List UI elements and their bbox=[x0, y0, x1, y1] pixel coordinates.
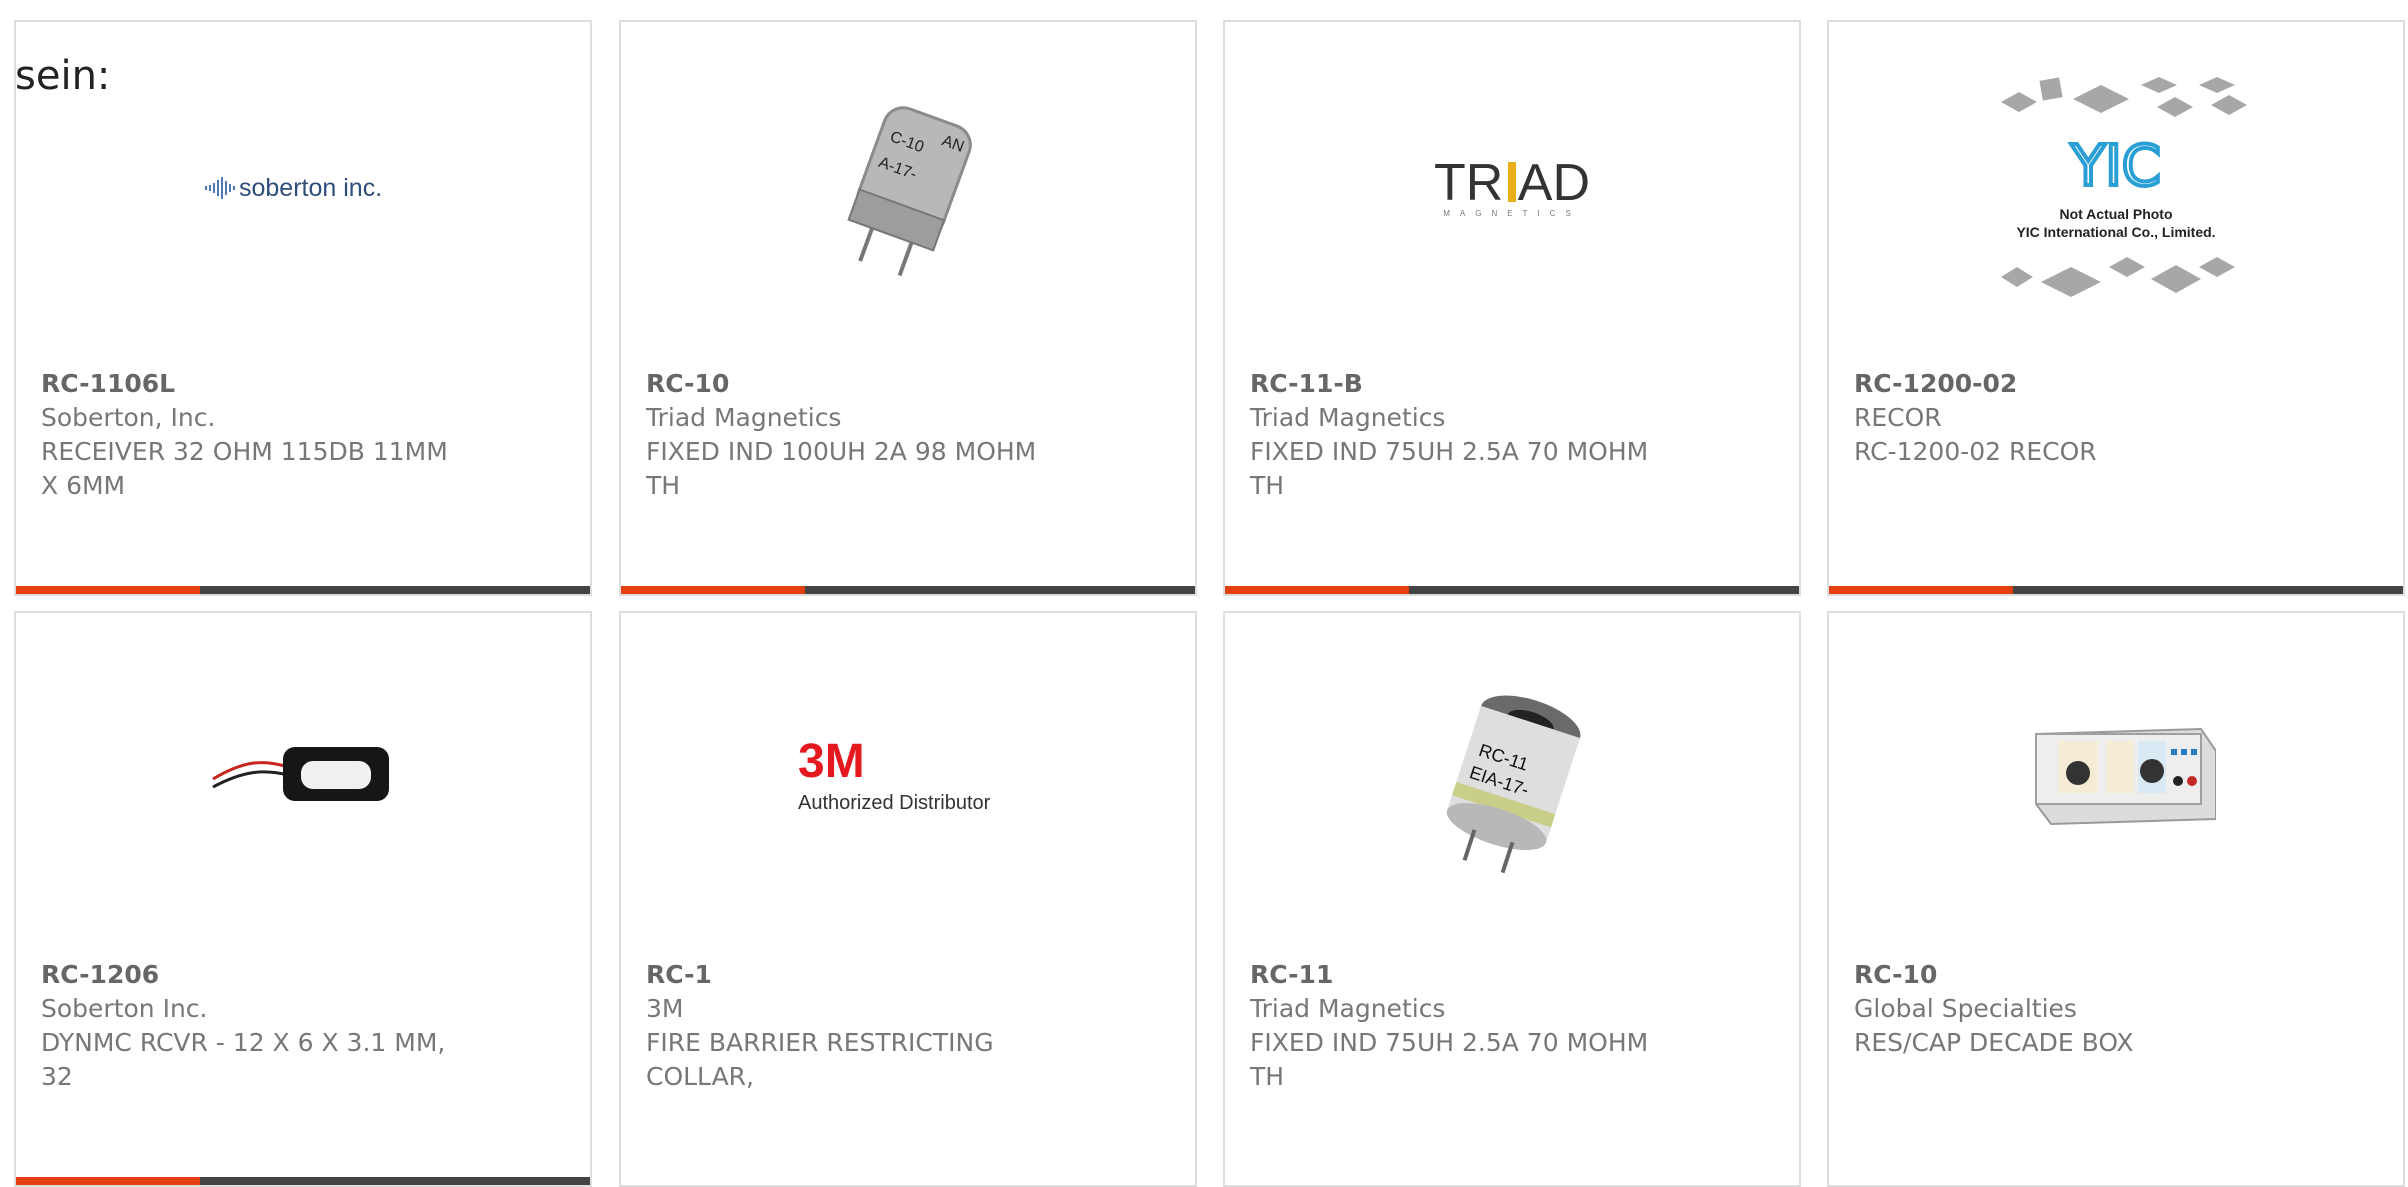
decade-box-icon bbox=[2035, 727, 2216, 826]
part-number[interactable]: RC-10 bbox=[1854, 958, 2284, 992]
manufacturer: Soberton Inc. bbox=[41, 994, 208, 1023]
product-card[interactable]: RC-1206 Soberton Inc. DYNMC RCVR - 12 X … bbox=[14, 611, 592, 1187]
product-info: RC-1206 Soberton Inc. DYNMC RCVR - 12 X … bbox=[41, 958, 471, 1094]
product-info: RC-1200-02 RECOR RC-1200-02 RECOR bbox=[1854, 367, 2284, 469]
product-info: RC-11 Triad Magnetics FIXED IND 75UH 2.5… bbox=[1250, 958, 1680, 1094]
product-info: RC-10 Triad Magnetics FIXED IND 100UH 2A… bbox=[646, 367, 1076, 503]
product-info: RC-1 3M FIRE BARRIER RESTRICTING COLLAR, bbox=[646, 958, 1076, 1094]
card-bar bbox=[1225, 586, 1799, 594]
page-label: sein: bbox=[15, 53, 111, 99]
description-line: TH bbox=[1250, 1062, 1285, 1091]
yic-placeholder-icon: YIC Not Actual Photo YIC International C… bbox=[2001, 77, 2247, 297]
product-image[interactable]: YIC Not Actual Photo YIC International C… bbox=[1981, 67, 2251, 307]
card-bar-accent bbox=[1225, 586, 1409, 594]
triad-logo-subtext: MAGNETICS bbox=[1443, 209, 1581, 218]
part-number[interactable]: RC-1 bbox=[646, 958, 1076, 992]
part-number[interactable]: RC-10 bbox=[646, 367, 1076, 401]
manufacturer: Triad Magnetics bbox=[646, 403, 842, 432]
part-number[interactable]: RC-11 bbox=[1250, 958, 1680, 992]
product-info: RC-11-B Triad Magnetics FIXED IND 75UH 2… bbox=[1250, 367, 1680, 503]
description-line: TH bbox=[1250, 471, 1285, 500]
manufacturer: Triad Magnetics bbox=[1250, 403, 1446, 432]
product-image[interactable]: soberton inc. bbox=[203, 88, 403, 288]
description-line: FIXED IND 75UH 2.5A 70 MOHM bbox=[1250, 1028, 1649, 1057]
product-image[interactable]: C-10 A-17- AN bbox=[808, 88, 1008, 288]
part-number[interactable]: RC-1206 bbox=[41, 958, 471, 992]
description-line: RC-1200-02 RECOR bbox=[1854, 437, 2097, 466]
product-info: RC-1106L Soberton, Inc. RECEIVER 32 OHM … bbox=[41, 367, 471, 503]
triad-logo-icon: TRIAD MAGNETICS bbox=[1434, 154, 1590, 218]
product-image[interactable]: TRIAD MAGNETICS bbox=[1412, 88, 1612, 288]
description-line: FIRE BARRIER RESTRICTING bbox=[646, 1028, 994, 1057]
description-line: TH bbox=[646, 471, 681, 500]
receiver-icon bbox=[212, 747, 389, 801]
description-line: RECEIVER 32 OHM 115DB 11MM bbox=[41, 437, 448, 466]
manufacturer: 3M bbox=[646, 994, 684, 1023]
product-info: RC-10 Global Specialties RES/CAP DECADE … bbox=[1854, 958, 2284, 1060]
product-image[interactable] bbox=[203, 679, 403, 879]
part-number[interactable]: RC-1200-02 bbox=[1854, 367, 2284, 401]
card-bar-accent bbox=[16, 1177, 200, 1185]
description-line: FIXED IND 75UH 2.5A 70 MOHM bbox=[1250, 437, 1649, 466]
3m-logo-text: 3M bbox=[798, 735, 865, 788]
manufacturer: Soberton, Inc. bbox=[41, 403, 216, 432]
description-line: RES/CAP DECADE BOX bbox=[1854, 1028, 2134, 1057]
card-bar-accent bbox=[621, 586, 805, 594]
inductor-icon: RC-11 EIA-17- bbox=[1446, 695, 1581, 874]
inductor-icon: C-10 A-17- AN bbox=[847, 106, 972, 277]
card-bar bbox=[16, 1177, 590, 1185]
3m-logo-subtext: Authorized Distributor bbox=[798, 792, 991, 814]
3m-logo-icon: 3M Authorized Distributor bbox=[798, 735, 991, 814]
card-bar bbox=[621, 586, 1195, 594]
description-line: FIXED IND 100UH 2A 98 MOHM bbox=[646, 437, 1037, 466]
product-image[interactable]: 3M Authorized Distributor bbox=[798, 679, 1018, 879]
yic-caption-1: Not Actual Photo bbox=[2059, 206, 2172, 222]
soberton-logo-text: soberton inc. bbox=[239, 174, 382, 202]
card-bar-accent bbox=[1829, 586, 2013, 594]
description-line: COLLAR, bbox=[646, 1062, 754, 1091]
product-card[interactable]: TRIAD MAGNETICS RC-11-B Triad Magnetics … bbox=[1223, 20, 1801, 596]
soberton-logo-icon: soberton inc. bbox=[205, 174, 382, 202]
description-line: DYNMC RCVR - 12 X 6 X 3.1 MM, bbox=[41, 1028, 446, 1057]
description-line: X 6MM bbox=[41, 471, 126, 500]
description-line: 32 bbox=[41, 1062, 73, 1091]
manufacturer: Global Specialties bbox=[1854, 994, 2077, 1023]
yic-caption-2: YIC International Co., Limited. bbox=[2016, 224, 2215, 240]
product-card[interactable]: RC-11 EIA-17- RC-11 Triad Magnetics FIXE… bbox=[1223, 611, 1801, 1187]
product-card[interactable]: C-10 A-17- AN RC-10 Triad Magnetics FIXE… bbox=[619, 20, 1197, 596]
product-card[interactable]: YIC Not Actual Photo YIC International C… bbox=[1827, 20, 2405, 596]
product-card[interactable]: soberton inc. RC-1106L Soberton, Inc. RE… bbox=[14, 20, 592, 596]
product-card[interactable]: RC-10 Global Specialties RES/CAP DECADE … bbox=[1827, 611, 2405, 1187]
product-image[interactable]: RC-11 EIA-17- bbox=[1412, 679, 1612, 879]
product-card[interactable]: 3M Authorized Distributor RC-1 3M FIRE B… bbox=[619, 611, 1197, 1187]
product-image[interactable] bbox=[2016, 679, 2216, 879]
manufacturer: Triad Magnetics bbox=[1250, 994, 1446, 1023]
card-bar bbox=[16, 586, 590, 594]
part-number[interactable]: RC-1106L bbox=[41, 367, 471, 401]
manufacturer: RECOR bbox=[1854, 403, 1942, 432]
part-number[interactable]: RC-11-B bbox=[1250, 367, 1680, 401]
yic-logo-text: YIC bbox=[2070, 134, 2161, 199]
card-bar-accent bbox=[16, 586, 200, 594]
card-bar bbox=[1829, 586, 2403, 594]
